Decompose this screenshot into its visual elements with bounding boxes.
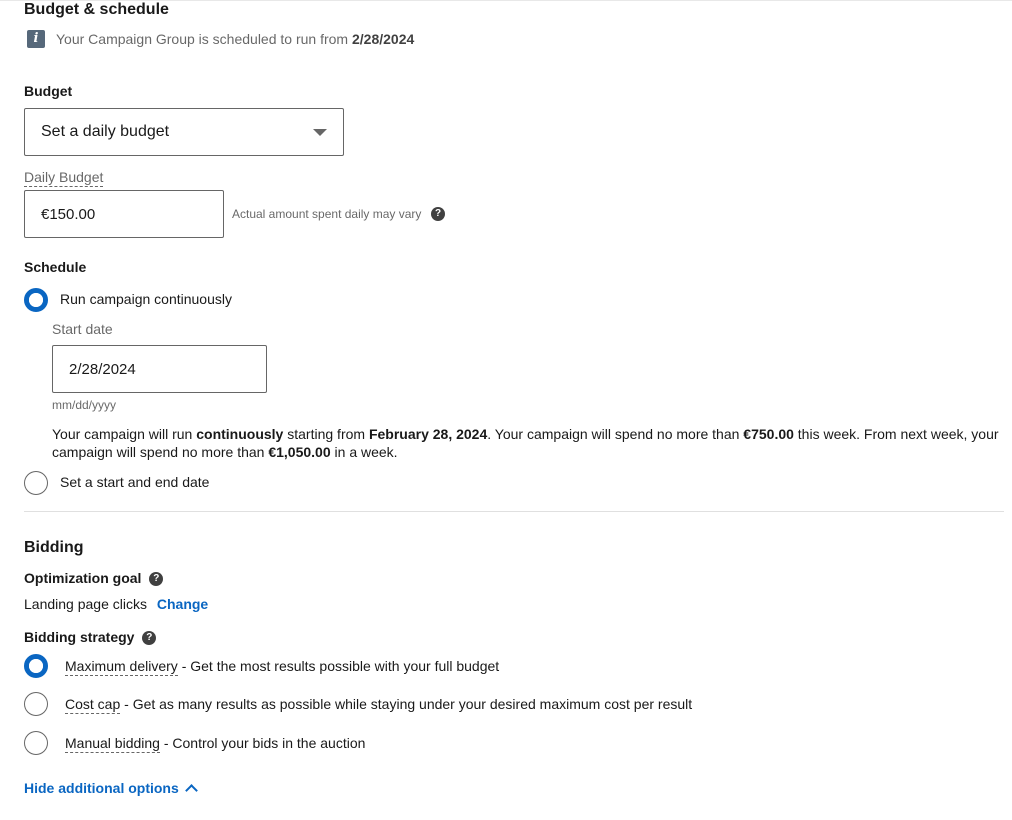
help-icon[interactable]: ?: [431, 207, 445, 221]
radio-manual-bidding[interactable]: [24, 731, 48, 755]
schedule-summary: Your campaign will run continuously star…: [52, 426, 999, 460]
start-date-input[interactable]: 2/28/2024: [52, 345, 267, 393]
daily-budget-note: Actual amount spent daily may vary: [232, 207, 422, 221]
radio-start-end-date[interactable]: [24, 471, 48, 495]
optimization-goal-label: Optimization goal ?: [24, 570, 164, 587]
radio-run-continuously-label: Run campaign continuously: [60, 291, 232, 307]
info-icon: i: [27, 30, 45, 48]
radio-run-continuously[interactable]: [24, 288, 48, 312]
budget-select-value: Set a daily budget: [41, 123, 170, 140]
daily-budget-input[interactable]: €150.00: [24, 190, 224, 238]
radio-cost-cap[interactable]: [24, 692, 48, 716]
budget-label: Budget: [24, 83, 73, 99]
section-divider: [24, 511, 1004, 512]
hide-additional-options-link[interactable]: Hide additional options: [24, 780, 198, 798]
budget-type-select[interactable]: Set a daily budget: [24, 108, 344, 156]
radio-cost-cap-label: Cost cap - Get as many results as possib…: [65, 696, 693, 714]
chevron-up-icon: [184, 784, 198, 797]
radio-maximum-delivery[interactable]: [24, 654, 48, 678]
bidding-strategy-label: Bidding strategy ?: [24, 629, 157, 646]
radio-start-end-date-label: Set a start and end date: [60, 474, 210, 490]
help-icon[interactable]: ?: [142, 631, 157, 646]
schedule-label: Schedule: [24, 259, 87, 275]
help-icon[interactable]: ?: [149, 572, 164, 587]
change-goal-link[interactable]: Change: [157, 596, 208, 612]
campaign-group-info: Your Campaign Group is scheduled to run …: [56, 31, 415, 47]
radio-maximum-delivery-label: Maximum delivery - Get the most results …: [65, 658, 500, 676]
daily-budget-label: Daily Budget: [24, 169, 104, 187]
radio-manual-bidding-label: Manual bidding - Control your bids in th…: [65, 735, 366, 753]
section-title-bidding: Bidding: [24, 539, 84, 556]
optimization-goal-value: Landing page clicks: [24, 596, 147, 612]
optimization-goal-row: Landing page clicks Change: [24, 596, 208, 612]
start-date-label: Start date: [52, 321, 113, 337]
section-title-budget-schedule: Budget & schedule: [24, 1, 169, 18]
date-format-hint: mm/dd/yyyy: [52, 398, 117, 412]
daily-budget-value: €150.00: [41, 205, 96, 223]
caret-down-icon: [313, 128, 327, 136]
start-date-value: 2/28/2024: [69, 360, 136, 378]
